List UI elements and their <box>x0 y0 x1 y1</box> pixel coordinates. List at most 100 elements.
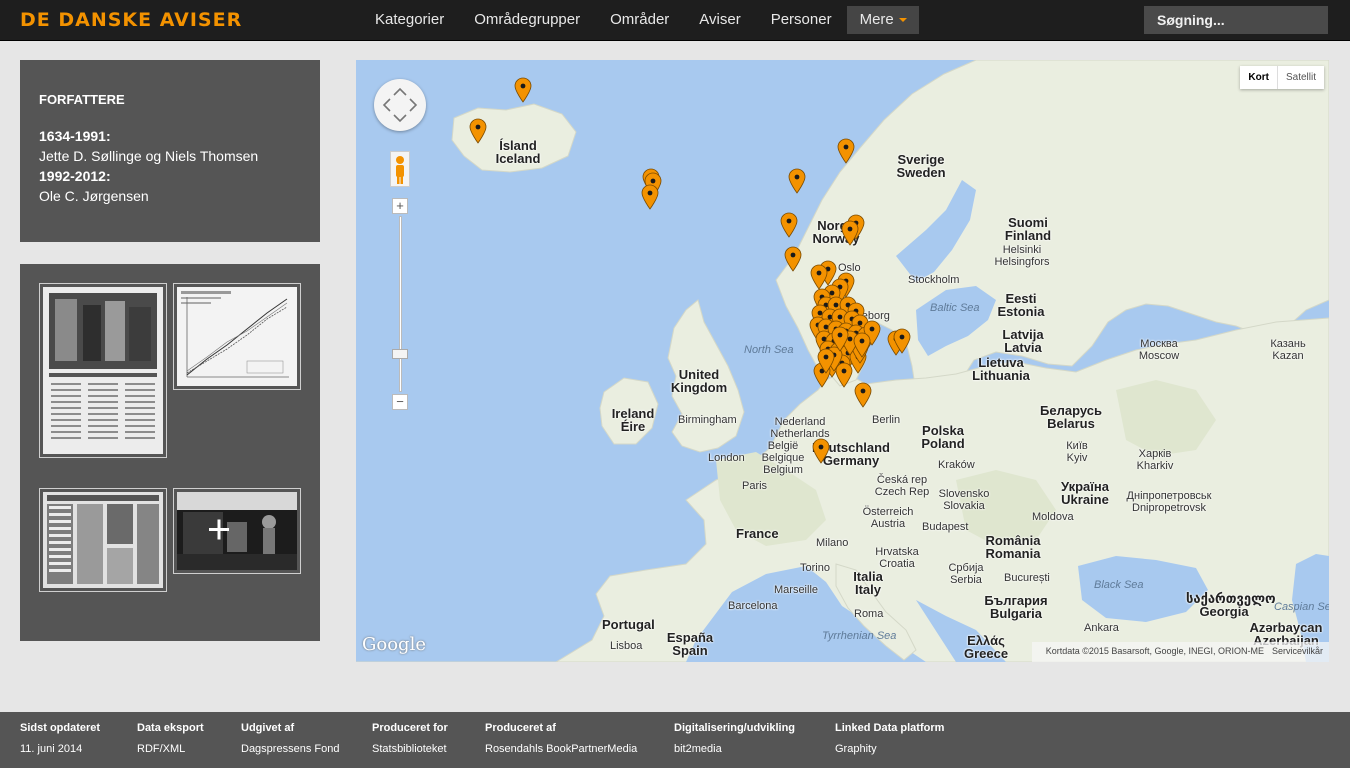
street-view-pegman-icon[interactable] <box>390 151 410 187</box>
nav-personer[interactable]: Personer <box>756 0 847 41</box>
newspaper-location-marker-icon[interactable] <box>788 168 806 194</box>
footer-heading: Linked Data platform <box>835 722 945 734</box>
nav-omrader[interactable]: Områder <box>595 0 684 41</box>
map-type-satellit-button[interactable]: Satellit <box>1278 66 1324 89</box>
footer-link[interactable]: Graphity <box>835 743 944 755</box>
newspaper-page-image <box>43 492 163 588</box>
google-logo[interactable]: Google <box>362 634 426 655</box>
newspaper-location-marker-icon[interactable] <box>854 382 872 408</box>
map-label-slovakia: Slovensko Slovakia <box>938 488 990 512</box>
circulation-graph-image <box>177 287 297 386</box>
map-label-krakow: Kraków <box>938 459 975 471</box>
newspaper-location-marker-icon[interactable] <box>812 438 830 464</box>
newspaper-location-marker-icon[interactable] <box>853 332 871 358</box>
zoom-slider-track[interactable] <box>399 216 402 392</box>
nav-aviser[interactable]: Aviser <box>684 0 755 41</box>
map-label-barcelona: Barcelona <box>728 600 778 612</box>
attribution-text: Kortdata ©2015 Basarsoft, Google, INEGI,… <box>1045 646 1264 656</box>
map-label-france: France <box>736 526 779 541</box>
map-label-romania: România Romania <box>978 534 1048 560</box>
map-label-czech: Česká rep Czech Rep <box>874 474 930 498</box>
zoom-slider-handle[interactable] <box>392 349 408 359</box>
map-label-poland: Polska Poland <box>918 424 968 450</box>
gallery-thumbnail[interactable] <box>39 488 167 592</box>
newspaper-location-marker-icon[interactable] <box>784 246 802 272</box>
map-label-latvia: Latvija Latvia <box>998 328 1048 354</box>
footer-heading: Digitalisering/udvikling <box>674 722 796 734</box>
map-label-text: United Kingdom <box>670 367 728 395</box>
footer-link[interactable]: bit2media <box>674 743 795 755</box>
nav-kategorier[interactable]: Kategorier <box>360 0 459 41</box>
gallery-thumbnail[interactable] <box>173 283 301 390</box>
footer-publisher: Udgivet af Dagspressens Fond <box>241 722 339 755</box>
map-label-belarus: Беларусь Belarus <box>1036 404 1106 430</box>
footer-heading: Produceret for <box>372 722 448 734</box>
map-label-ukraine: Україна Ukraine <box>1050 480 1120 506</box>
map-label-text: Suomi Finland <box>1004 215 1052 243</box>
newspaper-location-map[interactable]: Ísland Iceland Sverige Sweden Norge Norw… <box>356 60 1329 662</box>
newspaper-location-marker-icon[interactable] <box>514 77 532 103</box>
map-label-belgium: België Belgique Belgium <box>761 440 805 476</box>
newspaper-location-marker-icon[interactable] <box>831 326 849 352</box>
newspaper-location-marker-icon[interactable] <box>469 118 487 144</box>
nav-more-dropdown[interactable]: Mere <box>846 6 919 34</box>
newspaper-location-marker-icon[interactable] <box>841 220 859 246</box>
footer-data-export: Data eksport RDF/XML <box>137 722 204 755</box>
map-label-sweden: Sverige Sweden <box>886 153 956 179</box>
map-label-helsinki: Helsinki Helsingfors <box>994 244 1050 268</box>
map-label-text: Sverige Sweden <box>896 152 946 180</box>
map-label-birmingham: Birmingham <box>678 414 737 426</box>
pan-control[interactable] <box>374 79 426 131</box>
newspaper-location-marker-icon[interactable] <box>837 138 855 164</box>
map-label-north-sea: North Sea <box>744 344 794 356</box>
map-label-milano: Milano <box>816 537 849 549</box>
nav-more-label: Mere <box>859 11 894 28</box>
map-label-bucharest: București <box>1004 572 1050 584</box>
author-period: 1992-2012: <box>39 168 111 184</box>
map-type-kort-button[interactable]: Kort <box>1240 66 1278 89</box>
footer-link[interactable]: Statsbiblioteket <box>372 743 448 755</box>
footer-digitization: Digitalisering/udvikling bit2media <box>674 722 795 755</box>
map-label-iceland: Ísland Iceland <box>494 139 542 165</box>
footer-heading: Udgivet af <box>241 722 295 734</box>
map-type-control: Kort Satellit <box>1240 66 1324 89</box>
map-label-berlin: Berlin <box>872 414 901 426</box>
nav-omradegrupper[interactable]: Områdegrupper <box>459 0 595 41</box>
map-label-ireland: Ireland Éire <box>606 407 660 433</box>
gallery-thumbnail[interactable] <box>39 283 167 458</box>
zoom-in-button[interactable]: + <box>392 198 408 214</box>
pan-arrows-icon <box>382 87 418 123</box>
map-label-estonia: Eesti Estonia <box>996 292 1046 318</box>
newspaper-location-marker-icon[interactable] <box>893 328 911 354</box>
site-logo[interactable]: DE DANSKE AVISER <box>20 9 242 31</box>
map-label-text: Ireland Éire <box>611 406 655 434</box>
footer-link-rdf[interactable]: RDF/XML <box>137 743 204 755</box>
footer-produced-by: Produceret af Rosendahls BookPartnerMedi… <box>485 722 637 755</box>
map-label-lisboa: Lisboa <box>610 640 643 652</box>
map-label-text: Lietuva Lithuania <box>972 355 1030 383</box>
author-names: Jette D. Søllinge og Niels Thomsen <box>39 148 259 164</box>
map-label-kyiv: Київ Kyiv <box>1066 440 1088 464</box>
authors-heading: FORFATTERE <box>39 92 125 107</box>
footer-value: 11. juni 2014 <box>20 743 83 755</box>
newspaper-location-marker-icon[interactable] <box>780 212 798 238</box>
map-label-torino: Torino <box>800 562 830 574</box>
map-label-finland: Suomi Finland <box>998 216 1058 242</box>
footer-link[interactable]: Dagspressens Fond <box>241 743 339 755</box>
map-label-bulgaria: България Bulgaria <box>976 594 1056 620</box>
map-label-kazan: Казань Kazan <box>1270 338 1306 362</box>
gallery-thumbnail[interactable] <box>173 488 301 574</box>
newspaper-location-marker-icon[interactable] <box>641 184 659 210</box>
authors-panel: FORFATTERE 1634-1991: Jette D. Søllinge … <box>20 60 320 242</box>
zoom-out-button[interactable]: − <box>392 394 408 410</box>
footer-updated: Sidst opdateret 11. juni 2014 <box>20 722 100 755</box>
author-period: 1634-1991: <box>39 128 111 144</box>
map-label-lithuania: Lietuva Lithuania <box>966 356 1036 382</box>
footer-link[interactable]: Rosendahls BookPartnerMedia <box>485 743 637 755</box>
footer-heading: Produceret af <box>485 722 556 734</box>
terms-link[interactable]: Servicevilkår <box>1272 646 1323 656</box>
search-input[interactable] <box>1144 6 1328 34</box>
map-attribution: Kortdata ©2015 Basarsoft, Google, INEGI,… <box>1031 642 1329 662</box>
map-label-text: Eesti Estonia <box>997 291 1045 319</box>
map-label-portugal: Portugal <box>602 617 655 632</box>
